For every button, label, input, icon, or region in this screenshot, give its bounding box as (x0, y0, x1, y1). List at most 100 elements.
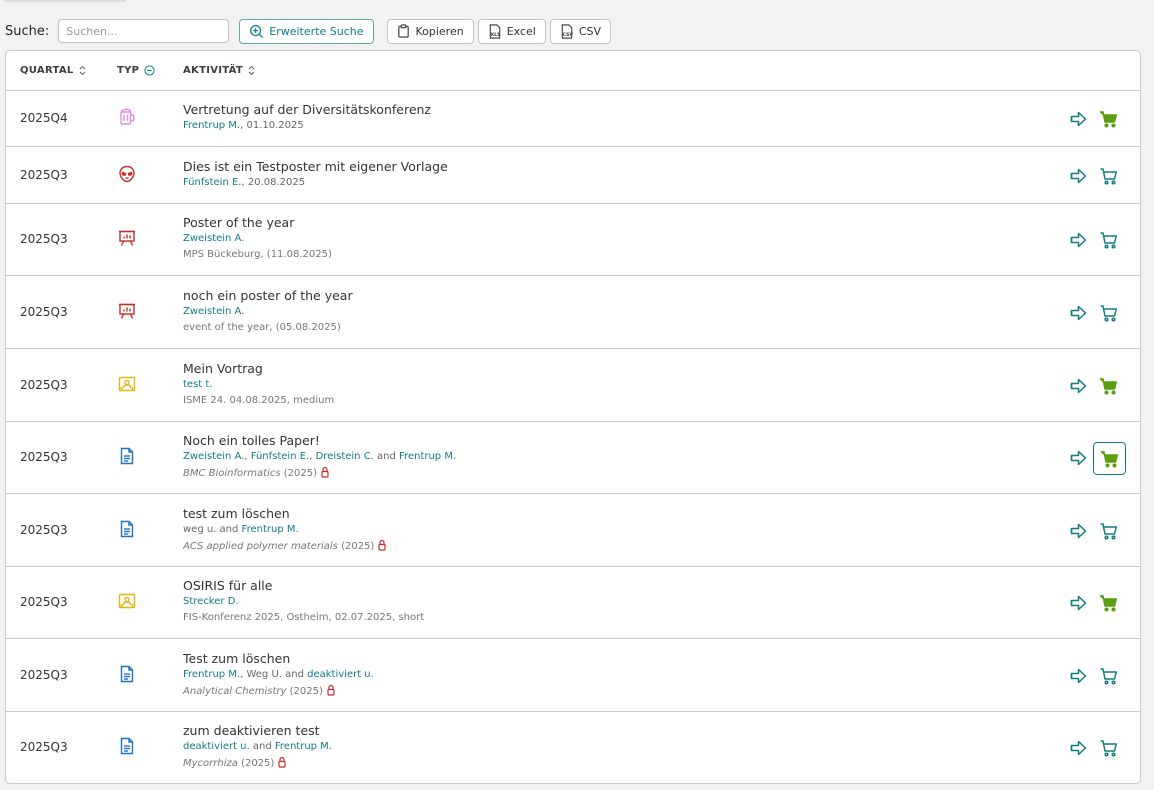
author-link[interactable]: Frentrup M. (183, 120, 240, 131)
activity-title[interactable]: Mein Vortrag (183, 361, 1030, 377)
table-row[interactable]: 2025Q3 Mein Vortrag test t. ISME 24. 04.… (6, 349, 1140, 422)
arrow-right-icon[interactable] (1069, 376, 1089, 396)
table-row[interactable]: 2025Q4 Vertretung auf der Diversitätskon… (6, 91, 1140, 147)
arrow-right-icon[interactable] (1069, 666, 1089, 686)
table-toolbar: Suche: Erweiterte Suche Kopieren XLS Exc… (5, 18, 612, 44)
activity-authors: weg u. and Frentrup M. (183, 523, 1030, 537)
journal-name: ACS applied polymer materials (183, 541, 338, 552)
arrow-right-icon[interactable] (1069, 303, 1089, 323)
activity-meta: event of the year, (05.08.2025) (183, 322, 341, 333)
svg-text:XLS: XLS (490, 32, 501, 38)
author-text: , Weg U. and (240, 669, 308, 680)
advanced-search-button[interactable]: Erweiterte Suche (239, 18, 375, 44)
alien-icon (117, 164, 137, 184)
author-link[interactable]: Zweistein A. (183, 233, 244, 244)
arrow-right-icon[interactable] (1069, 448, 1089, 468)
cart-icon[interactable] (1099, 666, 1119, 686)
activity-title[interactable]: Poster of the year (183, 215, 1030, 231)
cart-icon[interactable] (1099, 593, 1119, 613)
activity-cell: Dies ist ein Testposter mit eigener Vorl… (183, 159, 1030, 190)
author-link[interactable]: Frentrup M. (399, 451, 456, 462)
arrow-right-icon[interactable] (1069, 166, 1089, 186)
activity-title[interactable]: Vertretung auf der Diversitätskonferenz (183, 102, 1030, 118)
activity-title[interactable]: test zum löschen (183, 506, 1030, 522)
column-header-activity[interactable]: AKTIVITÄT (183, 65, 255, 76)
table-row[interactable]: 2025Q3 test zum löschen weg u. and Frent… (6, 494, 1140, 567)
activity-meta: Mycorrhiza (2025) (183, 756, 1030, 771)
csv-export-button[interactable]: CSV CSV (549, 18, 612, 44)
author-text: and (216, 524, 242, 535)
author-link[interactable]: Frentrup M. (275, 741, 332, 752)
publication-year: (2025) (337, 541, 375, 552)
activity-cell: Test zum löschen Frentrup M., Weg U. and… (183, 651, 1030, 699)
author-link[interactable]: Fünfstein E. (251, 451, 309, 462)
cart-icon[interactable] (1093, 442, 1126, 475)
publication-year: (2025) (237, 758, 275, 769)
publication-year: (2025) (280, 468, 317, 479)
activity-meta: BMC Bioinformatics (2025) (183, 466, 1030, 481)
journal-name: BMC Bioinformatics (183, 468, 281, 479)
cart-icon[interactable] (1099, 738, 1119, 758)
activity-title[interactable]: zum deaktivieren test (183, 723, 1030, 739)
author-text: and (249, 741, 275, 752)
arrow-right-icon[interactable] (1069, 521, 1089, 541)
document-icon (117, 736, 137, 756)
cart-icon[interactable] (1099, 376, 1119, 396)
publication-year: (2025) (286, 686, 323, 697)
author-link[interactable]: deaktiviert u. (183, 741, 250, 752)
cart-icon[interactable] (1099, 521, 1119, 541)
arrow-right-icon[interactable] (1069, 230, 1089, 250)
activity-authors: deaktiviert u. and Frentrup M. (183, 740, 1030, 754)
xls-file-icon: XLS (489, 23, 501, 39)
activity-authors: Zweistein A. (183, 232, 1030, 246)
activity-title[interactable]: Test zum löschen (183, 651, 1030, 667)
table-row[interactable]: 2025Q3 zum deaktivieren test deaktiviert… (6, 712, 1140, 783)
quarter-cell: 2025Q3 (20, 668, 68, 682)
author-link[interactable]: test t. (183, 379, 212, 390)
author-link[interactable]: Strecker D. (183, 596, 239, 607)
activity-title[interactable]: Noch ein tolles Paper! (183, 433, 1030, 449)
search-plus-icon (250, 24, 264, 38)
lecture-icon (117, 591, 137, 611)
activity-authors: Zweistein A. (183, 305, 1030, 319)
document-icon (117, 519, 137, 539)
table-row[interactable]: 2025Q3 OSIRIS für alle Strecker D. FIS-K… (6, 567, 1140, 639)
arrow-right-icon[interactable] (1069, 738, 1089, 758)
author-link[interactable]: Zweistein A. (183, 451, 244, 462)
table-row[interactable]: 2025Q3 Noch ein tolles Paper! Zweistein … (6, 422, 1140, 494)
author-text: and (373, 451, 400, 462)
column-header-type[interactable]: TYP (117, 65, 155, 76)
table-row[interactable]: 2025Q3 Poster of the year Zweistein A. M… (6, 204, 1140, 276)
document-icon (117, 664, 137, 684)
cart-icon[interactable] (1099, 230, 1119, 250)
arrow-right-icon[interactable] (1069, 109, 1089, 129)
cart-icon[interactable] (1099, 166, 1119, 186)
svg-text:CSV: CSV (562, 32, 573, 38)
author-link[interactable]: Dreistein C. (316, 451, 374, 462)
activity-title[interactable]: Dies ist ein Testposter mit eigener Vorl… (183, 159, 1030, 175)
cart-icon[interactable] (1099, 303, 1119, 323)
author-link[interactable]: Frentrup M. (183, 669, 240, 680)
author-link[interactable]: Frentrup M. (242, 524, 299, 535)
excel-export-button[interactable]: XLS Excel (477, 18, 546, 44)
table-row[interactable]: 2025Q3 Dies ist ein Testposter mit eigen… (6, 147, 1140, 204)
presentation-chart-icon (117, 301, 137, 321)
activity-title[interactable]: OSIRIS für alle (183, 578, 1030, 594)
search-input[interactable] (58, 19, 230, 43)
author-link[interactable]: deaktiviert u. (307, 669, 374, 680)
activity-authors: Frentrup M., Weg U. and deaktiviert u. (183, 668, 1030, 682)
table-row[interactable]: 2025Q3 noch ein poster of the year Zweis… (6, 276, 1140, 349)
filter-circle-icon[interactable] (144, 65, 155, 76)
sort-icon (79, 65, 85, 76)
cart-icon[interactable] (1099, 109, 1119, 129)
arrow-right-icon[interactable] (1069, 593, 1089, 613)
copy-button[interactable]: Kopieren (387, 18, 474, 44)
csv-label: CSV (578, 24, 602, 38)
author-link[interactable]: Fünfstein E. (183, 177, 241, 188)
column-header-quarter[interactable]: QUARTAL (20, 65, 86, 76)
quarter-cell: 2025Q3 (20, 168, 68, 182)
activity-title[interactable]: noch ein poster of the year (183, 288, 1030, 304)
author-link[interactable]: Zweistein A. (183, 306, 244, 317)
activity-meta: ISME 24. 04.08.2025, medium (183, 395, 335, 406)
table-row[interactable]: 2025Q3 Test zum löschen Frentrup M., Weg… (6, 639, 1140, 712)
